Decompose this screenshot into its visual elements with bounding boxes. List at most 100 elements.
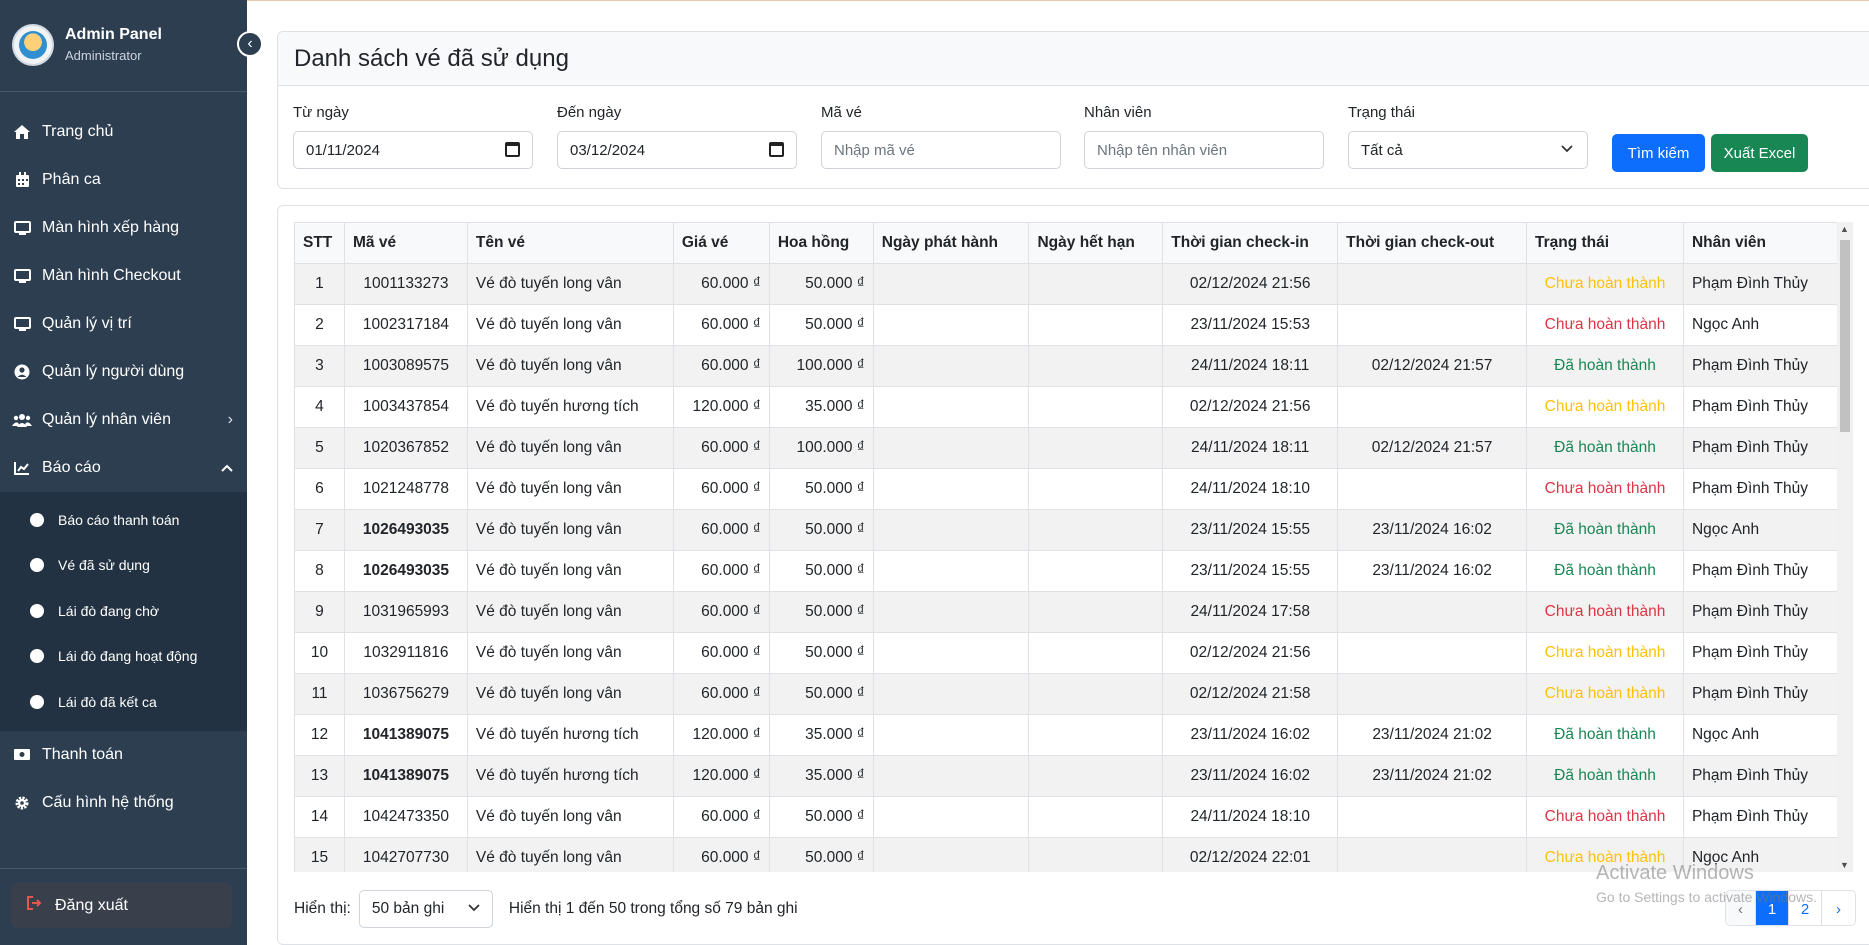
sidebar-item-label: Màn hình Checkout xyxy=(42,267,181,284)
table-header-price[interactable]: Giá vé xyxy=(672,222,770,264)
logout-button[interactable]: Đăng xuất xyxy=(11,883,232,928)
table-scrollbar[interactable]: ▲ ▼ xyxy=(1837,222,1853,872)
table-row[interactable]: 14 1042473350 Vé đò tuyến long vân 60.000 ₫… xyxy=(294,796,1838,838)
search-button[interactable]: Tìm kiếm xyxy=(1612,134,1705,172)
cell-stt: 13 xyxy=(294,755,345,797)
cell-issue-date xyxy=(872,550,1030,592)
table-row[interactable]: 4 1003437854 Vé đò tuyến hương tích 120.000… xyxy=(294,386,1838,428)
table-header-checkout[interactable]: Thời gian check-out xyxy=(1337,222,1528,264)
table-header-code[interactable]: Mã vé xyxy=(343,222,468,264)
sidebar-item-payments[interactable]: Thanh toán xyxy=(0,731,247,779)
cell-expiry-date xyxy=(1028,345,1164,387)
cell-staff: Phạm Đình Thủy xyxy=(1682,427,1838,469)
submenu-item-used-tickets[interactable]: Vé đã sử dụng xyxy=(0,543,247,589)
scroll-up-icon[interactable]: ▲ xyxy=(1840,224,1849,234)
table-header-checkin[interactable]: Thời gian check-in xyxy=(1162,222,1339,264)
sidebar-item-label: Trang chủ xyxy=(42,123,114,140)
calendar-icon[interactable] xyxy=(505,142,520,157)
cell-commission: 50.000 ₫ xyxy=(768,591,874,633)
cell-staff: Phạm Đình Thủy xyxy=(1682,263,1838,305)
table-header-row: STT Mã vé Tên vé Giá vé Hoa hồng Ngày phát hà… xyxy=(294,222,1838,264)
page-title: Danh sách vé đã sử dụng xyxy=(278,32,1869,86)
cell-commission: 50.000 ₫ xyxy=(768,632,874,674)
cell-expiry-date xyxy=(1028,509,1164,551)
table-header-expiry-date[interactable]: Ngày hết hạn xyxy=(1028,222,1164,264)
cell-code: 1021248778 xyxy=(343,468,468,510)
submenu-item-active-boatmen[interactable]: Lái đò đang hoạt động xyxy=(0,634,247,680)
cell-expiry-date xyxy=(1028,755,1164,797)
table-header-status[interactable]: Trạng thái xyxy=(1526,222,1684,264)
sidebar-item-label: Cấu hình hệ thống xyxy=(42,793,174,811)
sidebar-item-settings[interactable]: Cấu hình hệ thống xyxy=(0,779,247,827)
scroll-down-icon[interactable]: ▼ xyxy=(1840,860,1849,870)
cell-issue-date xyxy=(872,837,1030,872)
users-icon xyxy=(12,410,32,430)
cell-expiry-date xyxy=(1028,427,1164,469)
cell-stt: 11 xyxy=(294,673,345,715)
table-row[interactable]: 12 1041389075 Vé đò tuyến hương tích 120.00… xyxy=(294,714,1838,756)
table-row[interactable]: 10 1032911816 Vé đò tuyến long vân 60.000 ₫… xyxy=(294,632,1838,674)
table-row[interactable]: 8 1026493035 Vé đò tuyến long vân 60.000 ₫ 5… xyxy=(294,550,1838,592)
export-excel-button[interactable]: Xuất Excel xyxy=(1711,134,1808,172)
sidebar-item-label: Phân ca xyxy=(42,171,101,188)
submenu-item-waiting-boatmen[interactable]: Lái đò đang chờ xyxy=(0,588,247,634)
table-row[interactable]: 5 1020367852 Vé đò tuyến long vân 60.000 ₫ 1… xyxy=(294,427,1838,469)
table-row[interactable]: 2 1002317184 Vé đò tuyến long vân 60.000 ₫ 5… xyxy=(294,304,1838,346)
table-header-stt[interactable]: STT xyxy=(294,222,345,264)
cell-commission: 35.000 ₫ xyxy=(768,755,874,797)
status-select[interactable]: Tất cả xyxy=(1348,131,1588,169)
home-icon xyxy=(12,122,32,142)
table-row[interactable]: 13 1041389075 Vé đò tuyến hương tích 120.00… xyxy=(294,755,1838,797)
cell-name: Vé đò tuyến long vân xyxy=(466,632,674,674)
ticket-code-input[interactable]: Nhập mã vé xyxy=(821,131,1061,169)
sidebar-item-locations[interactable]: Quản lý vị trí xyxy=(0,300,247,348)
table-header-name[interactable]: Tên vé xyxy=(466,222,674,264)
cell-expiry-date xyxy=(1028,304,1164,346)
sidebar-item-home[interactable]: Trang chủ xyxy=(0,108,247,156)
page-size-select[interactable]: 50 bản ghi xyxy=(358,890,493,928)
page-size-value: 50 bản ghi xyxy=(371,900,445,917)
table-row[interactable]: 11 1036756279 Vé đò tuyến long vân 60.000 ₫… xyxy=(294,673,1838,715)
calendar-icon[interactable] xyxy=(769,142,784,157)
table-row[interactable]: 3 1003089575 Vé đò tuyến long vân 60.000 ₫ 1… xyxy=(294,345,1838,387)
cell-checkin: 24/11/2024 18:11 xyxy=(1162,345,1339,387)
sidebar-item-reports[interactable]: Báo cáo xyxy=(0,444,247,492)
table-row[interactable]: 1 1001133273 Vé đò tuyến long vân 60.000 ₫ 5… xyxy=(294,263,1838,305)
table-header-issue-date[interactable]: Ngày phát hành xyxy=(872,222,1030,264)
table-row[interactable]: 7 1026493035 Vé đò tuyến long vân 60.000 ₫ 5… xyxy=(294,509,1838,551)
cell-checkout xyxy=(1337,673,1528,715)
to-date-input[interactable]: 03/12/2024 xyxy=(557,131,797,169)
table-header-commission[interactable]: Hoa hồng xyxy=(768,222,874,264)
sidebar-item-queue-screen[interactable]: Màn hình xếp hàng xyxy=(0,204,247,252)
cell-name: Vé đò tuyến long vân xyxy=(466,550,674,592)
circle-icon xyxy=(30,694,44,709)
cell-status: Chưa hoàn thành xyxy=(1526,796,1684,838)
table-row[interactable]: 9 1031965993 Vé đò tuyến long vân 60.000 ₫ 5… xyxy=(294,591,1838,633)
scrollbar-thumb[interactable] xyxy=(1840,240,1850,432)
circle-icon xyxy=(30,558,44,573)
sidebar-header: Admin Panel Administrator xyxy=(0,0,247,92)
sidebar-toggle-button[interactable]: ‹ xyxy=(237,31,263,57)
cell-price: 60.000 ₫ xyxy=(672,509,770,551)
from-date-input[interactable]: 01/11/2024 xyxy=(293,131,533,169)
table-row[interactable]: 6 1021248778 Vé đò tuyến long vân 60.000 ₫ 5… xyxy=(294,468,1838,510)
cell-name: Vé đò tuyến hương tích xyxy=(466,714,674,756)
watermark-line1: Activate Windows xyxy=(1596,862,1754,884)
sidebar-item-checkout-screen[interactable]: Màn hình Checkout xyxy=(0,252,247,300)
ticket-code-label: Mã vé xyxy=(821,104,862,121)
table-header-staff[interactable]: Nhân viên xyxy=(1682,222,1838,264)
cell-code: 1036756279 xyxy=(343,673,468,715)
pagination-next[interactable]: › xyxy=(1822,891,1855,925)
staff-input[interactable]: Nhập tên nhân viên xyxy=(1084,131,1324,169)
cell-checkin: 24/11/2024 18:10 xyxy=(1162,796,1339,838)
cell-staff: Phạm Đình Thủy xyxy=(1682,755,1838,797)
status-label: Trạng thái xyxy=(1348,104,1415,121)
submenu-item-payment-report[interactable]: Báo cáo thanh toán xyxy=(0,497,247,543)
sidebar-item-users[interactable]: Quản lý người dùng xyxy=(0,348,247,396)
cell-issue-date xyxy=(872,304,1030,346)
sidebar-subtitle: Administrator xyxy=(65,48,142,63)
sidebar-item-shift[interactable]: Phân ca xyxy=(0,156,247,204)
sidebar-item-staff[interactable]: Quản lý nhân viên › xyxy=(0,396,247,444)
cell-commission: 50.000 ₫ xyxy=(768,263,874,305)
submenu-item-finished-boatmen[interactable]: Lái đò đã kết ca xyxy=(0,679,247,725)
